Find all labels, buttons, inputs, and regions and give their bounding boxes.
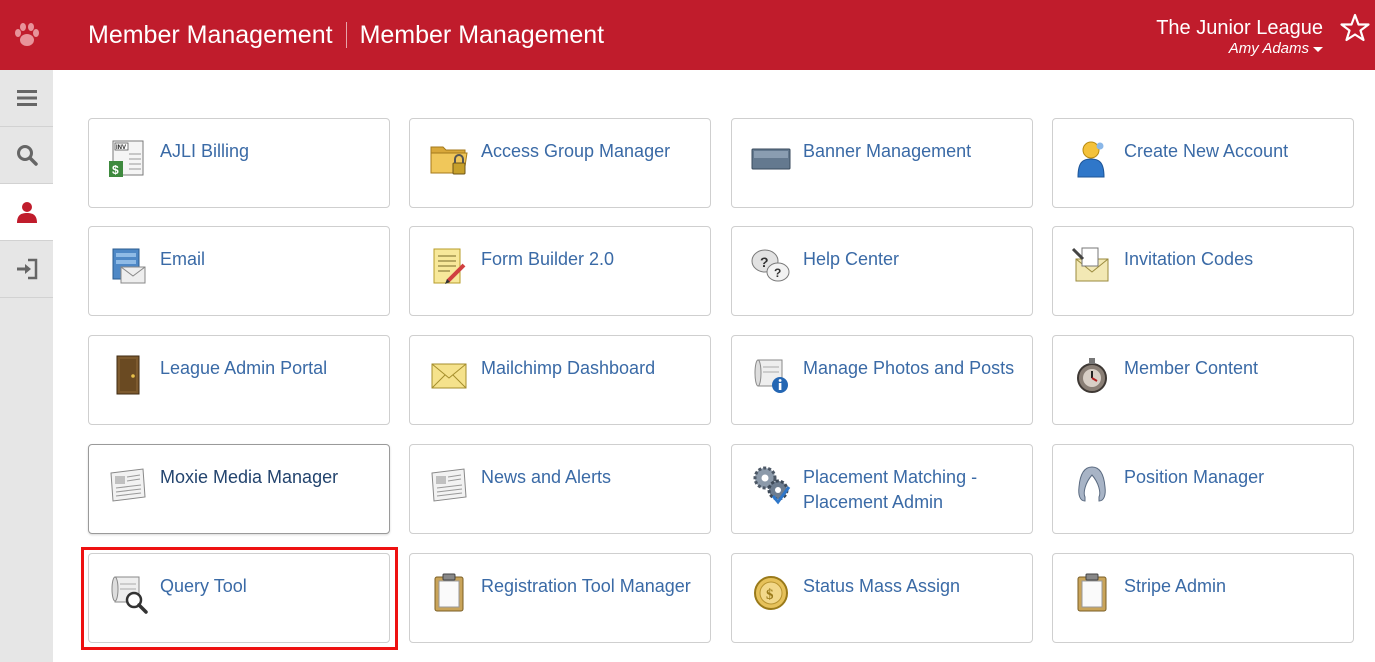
tile-league-admin-portal[interactable]: League Admin Portal [88, 335, 390, 425]
user-menu-toggle[interactable]: Amy Adams [1156, 40, 1323, 58]
tile-label: Banner Management [803, 141, 972, 161]
svg-text:INV: INV [116, 145, 126, 151]
tile-status-mass-assign[interactable]: $ Status Mass Assign [731, 553, 1033, 643]
tile-ajli-billing[interactable]: INV $ AJLI Billing [88, 118, 390, 208]
new-user-icon [1071, 137, 1113, 179]
tile-help-center[interactable]: ?? Help Center [731, 226, 1033, 316]
top-header-bar: Member Management Member Management The … [0, 0, 1375, 70]
tile-stripe-admin[interactable]: Stripe Admin [1052, 553, 1354, 643]
favorite-star-icon[interactable] [1339, 12, 1371, 44]
org-name: The Junior League [1156, 17, 1323, 39]
form-icon [428, 245, 470, 287]
sidebar-item-menu[interactable] [0, 70, 53, 127]
caret-down-icon [1313, 46, 1323, 52]
banner-icon [750, 137, 792, 179]
user-name: Amy Adams [1228, 40, 1309, 57]
envelope-icon [428, 354, 470, 396]
stopwatch-icon [1071, 354, 1113, 396]
page-title-secondary: Member Management [359, 20, 605, 49]
tile-label: Stripe Admin [1124, 576, 1227, 596]
help-bubbles-icon: ?? [750, 245, 792, 287]
tile-label: Access Group Manager [481, 141, 671, 161]
tile-registration-tool-manager[interactable]: Registration Tool Manager [409, 553, 711, 643]
tile-label: Form Builder 2.0 [481, 249, 615, 269]
clipboard-icon [1071, 572, 1113, 614]
tile-label: Registration Tool Manager [481, 576, 691, 596]
svg-text:?: ? [774, 266, 781, 280]
gears-icon [750, 463, 792, 505]
invitation-icon [1071, 245, 1113, 287]
tile-label: Invitation Codes [1124, 249, 1254, 269]
tile-label: Position Manager [1124, 467, 1265, 487]
newspaper-icon [428, 463, 470, 505]
tile-label: Moxie Media Manager [160, 467, 339, 487]
tile-mailchimp-dashboard[interactable]: Mailchimp Dashboard [409, 335, 711, 425]
tile-email[interactable]: Email [88, 226, 390, 316]
newspaper-icon [107, 463, 149, 505]
tile-label: Member Content [1124, 358, 1259, 378]
page-title: Member Management Member Management [88, 0, 604, 70]
selection-highlight [81, 547, 398, 650]
tile-label: Status Mass Assign [803, 576, 961, 596]
paw-logo-icon[interactable] [0, 0, 53, 70]
tile-news-and-alerts[interactable]: News and Alerts [409, 444, 711, 534]
locked-folder-icon [428, 137, 470, 179]
tile-label: News and Alerts [481, 467, 612, 487]
position-icon [1071, 463, 1113, 505]
tile-label: Help Center [803, 249, 900, 269]
tile-form-builder-2-0[interactable]: Form Builder 2.0 [409, 226, 711, 316]
tile-placement-matching-placement-admin[interactable]: Placement Matching - Placement Admin [731, 444, 1033, 534]
user-icon [16, 202, 37, 223]
account-menu[interactable]: The Junior League Amy Adams [1156, 16, 1323, 58]
door-icon [107, 354, 149, 396]
search-icon [16, 145, 38, 166]
clipboard-icon [428, 572, 470, 614]
email-server-icon [107, 245, 149, 287]
tile-manage-photos-and-posts[interactable]: Manage Photos and Posts [731, 335, 1033, 425]
tile-member-content[interactable]: Member Content [1052, 335, 1354, 425]
page-title-primary: Member Management [88, 20, 333, 49]
tile-label: League Admin Portal [160, 358, 328, 378]
tile-label: Mailchimp Dashboard [481, 358, 656, 378]
tile-label: Manage Photos and Posts [803, 358, 1015, 378]
sidebar-item-members[interactable] [0, 184, 53, 241]
menu-icon [16, 90, 37, 106]
invoice-icon: INV $ [107, 137, 149, 179]
tile-label: AJLI Billing [160, 141, 250, 161]
scroll-info-icon [750, 354, 792, 396]
sidebar [0, 70, 53, 662]
svg-text:?: ? [760, 254, 769, 270]
tile-banner-management[interactable]: Banner Management [731, 118, 1033, 208]
coin-icon: $ [750, 572, 792, 614]
svg-text:$: $ [112, 163, 119, 177]
tile-label: Placement Matching - Placement Admin [803, 467, 978, 512]
tile-moxie-media-manager[interactable]: Moxie Media Manager [88, 444, 390, 534]
tile-label: Email [160, 249, 206, 269]
sidebar-item-logout[interactable] [0, 241, 53, 298]
tile-access-group-manager[interactable]: Access Group Manager [409, 118, 711, 208]
tile-create-new-account[interactable]: Create New Account [1052, 118, 1354, 208]
tile-label: Create New Account [1124, 141, 1289, 161]
sidebar-item-search[interactable] [0, 127, 53, 184]
tile-position-manager[interactable]: Position Manager [1052, 444, 1354, 534]
svg-text:$: $ [766, 587, 774, 603]
title-divider [345, 22, 347, 48]
logout-icon [16, 258, 37, 280]
tile-invitation-codes[interactable]: Invitation Codes [1052, 226, 1354, 316]
